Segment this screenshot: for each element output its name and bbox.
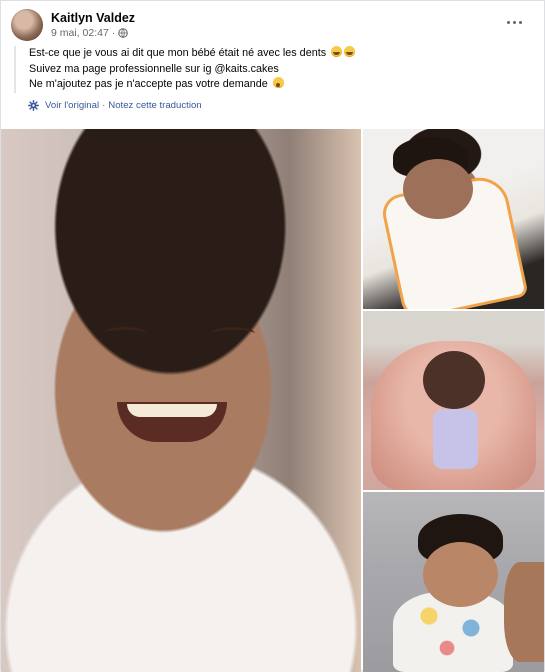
photo-baby-in-floral-onesie[interactable]: [363, 492, 544, 672]
photo-detail: [103, 327, 147, 340]
post-meta: 9 mai, 02:47 ·: [51, 26, 135, 40]
post-header: Kaitlyn Valdez 9 mai, 02:47 ·: [11, 8, 135, 42]
more-horizontal-icon: [512, 20, 516, 24]
grinning-sweat-emoji-icon: [331, 46, 343, 57]
photo-detail: [504, 562, 544, 662]
translation-separator: ·: [102, 100, 106, 111]
photo-detail: [423, 351, 485, 409]
screaming-face-emoji-icon: [272, 77, 284, 88]
facebook-post: Kaitlyn Valdez 9 mai, 02:47 · Est-ce que…: [0, 0, 545, 672]
author-block: Kaitlyn Valdez 9 mai, 02:47 ·: [51, 11, 135, 40]
meta-separator: ·: [111, 26, 116, 39]
photo-detail: [423, 542, 498, 607]
gear-icon: [28, 100, 39, 111]
translation-row: Voir l'original · Notez cette traduction: [28, 100, 202, 111]
photo-detail: [211, 327, 255, 340]
more-options-button[interactable]: [502, 13, 526, 31]
more-horizontal-icon: [518, 20, 522, 24]
post-text-line-3-text: Ne m'ajoutez pas je n'accepte pas votre …: [29, 78, 268, 90]
post-text: Est-ce que je vous ai dit que mon bébé é…: [14, 46, 524, 93]
globe-icon[interactable]: [118, 27, 129, 38]
photo-detail: [433, 409, 478, 469]
post-text-line-1-text: Est-ce que je vous ai dit que mon bébé é…: [29, 47, 327, 59]
photo-baby-in-orange-bib[interactable]: [363, 129, 544, 309]
photo-baby-in-pink-jacket[interactable]: [363, 311, 544, 490]
photo-detail: [403, 159, 473, 219]
author-name[interactable]: Kaitlyn Valdez: [51, 11, 135, 26]
rate-translation-link[interactable]: Notez cette traduction: [108, 100, 201, 111]
more-horizontal-icon: [506, 20, 510, 24]
post-text-line-3: Ne m'ajoutez pas je n'accepte pas votre …: [29, 77, 524, 93]
see-original-link[interactable]: Voir l'original: [45, 100, 99, 111]
post-text-line-1: Est-ce que je vous ai dit que mon bébé é…: [29, 46, 524, 62]
post-text-line-2: Suivez ma page professionnelle sur ig @k…: [29, 62, 524, 78]
post-text-line-2-text: Suivez ma page professionnelle sur ig @k…: [29, 62, 279, 75]
photo-baby-smiling-closeup[interactable]: [1, 129, 361, 672]
post-date[interactable]: 9 mai, 02:47: [51, 26, 109, 40]
photo-detail: [117, 402, 227, 442]
grinning-sweat-emoji-icon: [344, 46, 356, 57]
avatar[interactable]: [11, 9, 43, 41]
